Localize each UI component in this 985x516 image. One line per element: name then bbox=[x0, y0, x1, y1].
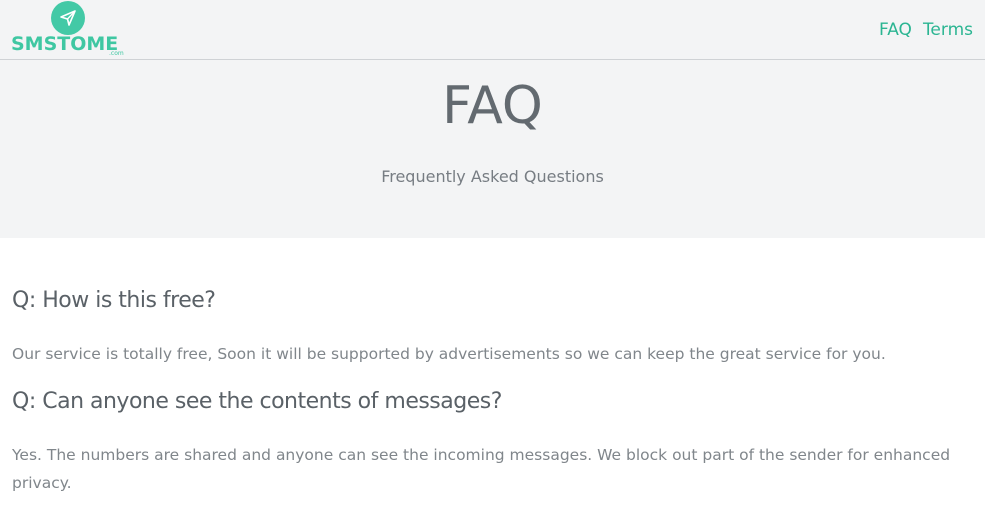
page-subtitle: Frequently Asked Questions bbox=[381, 167, 604, 186]
paper-plane-icon bbox=[51, 1, 85, 35]
top-navbar: SMSTOME .com FAQ Terms bbox=[0, 0, 985, 60]
faq-answer: Yes. The numbers are shared and anyone c… bbox=[12, 446, 951, 492]
logo-wordmark: SMSTOME bbox=[11, 33, 119, 55]
site-logo[interactable]: SMSTOME .com bbox=[11, 1, 127, 57]
nav-link-faq[interactable]: FAQ bbox=[879, 19, 912, 41]
faq-question: Q: Can anyone see the contents of messag… bbox=[12, 389, 502, 414]
logo-domain-suffix: .com bbox=[109, 50, 124, 57]
faq-item: Q: Can anyone see the contents of messag… bbox=[12, 368, 973, 497]
hero-banner: FAQ Frequently Asked Questions bbox=[0, 60, 985, 238]
faq-question: Q: How is this free? bbox=[12, 288, 216, 313]
nav-link-terms[interactable]: Terms bbox=[923, 19, 973, 41]
page-title: FAQ bbox=[442, 76, 543, 136]
faq-answer: Our service is totally free, Soon it wil… bbox=[12, 345, 886, 363]
main-nav: FAQ Terms bbox=[879, 19, 973, 41]
faq-list: Q: How is this free? Our service is tota… bbox=[0, 238, 985, 497]
faq-item: Q: How is this free? Our service is tota… bbox=[12, 238, 973, 368]
